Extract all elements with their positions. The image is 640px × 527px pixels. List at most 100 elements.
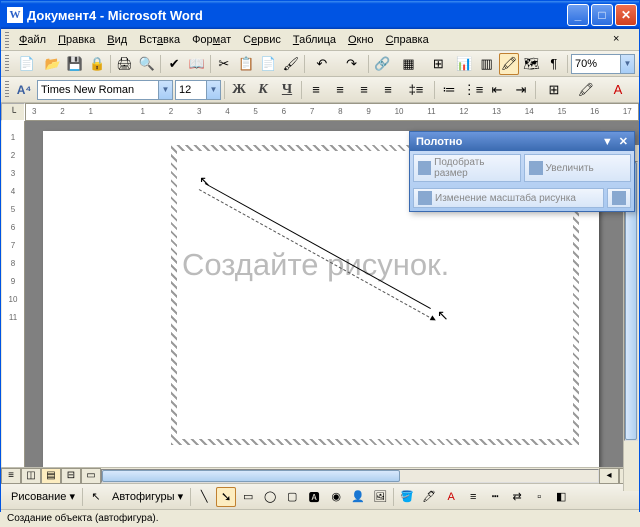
arrow-tool-button[interactable]: ➘: [216, 487, 236, 507]
menu-edit[interactable]: Правка: [52, 32, 101, 48]
align-right-button[interactable]: ≡: [353, 79, 375, 101]
justify-button[interactable]: ≡: [377, 79, 399, 101]
excel-button[interactable]: 📊: [454, 53, 474, 75]
align-left-button[interactable]: ≡: [305, 79, 327, 101]
underline-button[interactable]: Ч: [276, 79, 298, 101]
bold-button[interactable]: Ж: [228, 79, 250, 101]
oval-tool-button[interactable]: ◯: [260, 487, 280, 507]
close-button[interactable]: ✕: [615, 4, 637, 26]
insert-table-button[interactable]: ⊞: [424, 53, 452, 75]
canvas-fit-button[interactable]: Подобрать размер: [413, 154, 521, 182]
wordart-button[interactable]: 🅰: [304, 487, 324, 507]
menu-table[interactable]: Таблица: [287, 32, 342, 48]
arrow-style-button[interactable]: ⇄: [507, 487, 527, 507]
view-print-button[interactable]: ▤: [41, 468, 61, 484]
new-button[interactable]: 📄: [13, 53, 41, 75]
textbox-tool-button[interactable]: ▢: [282, 487, 302, 507]
format-painter-button[interactable]: 🖌: [281, 53, 301, 75]
zoom-dropdown-icon[interactable]: ▼: [620, 55, 634, 73]
research-button[interactable]: 📖: [186, 53, 206, 75]
print-button[interactable]: 🖨: [114, 53, 134, 75]
autoshapes-menu-button[interactable]: Автофигуры ▾: [108, 490, 187, 503]
tables-borders-button[interactable]: ▦: [395, 53, 423, 75]
zoom-combo[interactable]: ▼: [571, 54, 635, 74]
menu-insert[interactable]: Вставка: [133, 32, 186, 48]
view-outline-button[interactable]: ⊟: [61, 468, 81, 484]
style-button[interactable]: A⁴: [13, 80, 35, 100]
menu-format[interactable]: Формат: [186, 32, 237, 48]
linespacing-button[interactable]: ‡≡: [401, 79, 431, 101]
diagram-button[interactable]: ◉: [326, 487, 346, 507]
menu-help[interactable]: Справка: [380, 32, 435, 48]
select-objects-button[interactable]: ↖: [86, 487, 106, 507]
open-button[interactable]: 📂: [42, 53, 62, 75]
font-combo[interactable]: ▼: [37, 80, 173, 100]
bullets-button[interactable]: ⋮≡: [462, 79, 484, 101]
drawing-button[interactable]: 🖍: [499, 53, 520, 75]
fontcolor-button[interactable]: A: [603, 79, 633, 101]
tabselector[interactable]: └: [1, 103, 25, 121]
indent-button[interactable]: ⇥: [510, 79, 532, 101]
canvas-toolbar[interactable]: Полотно ▼ ✕ Подобрать размер Увеличить И…: [409, 131, 635, 212]
align-center-button[interactable]: ≡: [329, 79, 351, 101]
toolbar-grip[interactable]: [5, 81, 9, 99]
toolbar-options-icon[interactable]: ▼: [602, 136, 613, 148]
italic-button[interactable]: К: [252, 79, 274, 101]
line-style-button[interactable]: ≡: [463, 487, 483, 507]
font-dropdown-icon[interactable]: ▼: [158, 81, 172, 99]
highlight-button[interactable]: 🖍: [571, 79, 601, 101]
hyperlink-button[interactable]: 🔗: [372, 53, 392, 75]
view-web-button[interactable]: ◫: [21, 468, 41, 484]
font-color-button[interactable]: A: [441, 487, 461, 507]
menubar-grip[interactable]: [5, 32, 9, 48]
minimize-button[interactable]: _: [567, 4, 589, 26]
vertical-ruler[interactable]: 1234567891011: [1, 121, 25, 467]
menu-window[interactable]: Окно: [342, 32, 380, 48]
permissions-button[interactable]: 🔒: [87, 53, 107, 75]
save-button[interactable]: 💾: [65, 53, 85, 75]
showhide-button[interactable]: ¶: [544, 53, 564, 75]
dash-style-button[interactable]: ┅: [485, 487, 505, 507]
cut-button[interactable]: ✂: [214, 53, 234, 75]
horizontal-ruler[interactable]: 3211234567891011121314151617: [25, 103, 639, 121]
draw-menu-button[interactable]: Рисование ▾: [7, 490, 79, 503]
help-icon[interactable]: ×: [613, 33, 627, 47]
clipart-button[interactable]: 👤: [348, 487, 368, 507]
paste-button[interactable]: 📄: [258, 53, 278, 75]
view-reading-button[interactable]: ▭: [81, 468, 101, 484]
size-input[interactable]: [176, 81, 206, 99]
copy-button[interactable]: 📋: [236, 53, 256, 75]
maximize-button[interactable]: □: [591, 4, 613, 26]
horizontal-scrollbar[interactable]: [101, 469, 599, 483]
rectangle-tool-button[interactable]: ▭: [238, 487, 258, 507]
picture-button[interactable]: 🖼: [370, 487, 390, 507]
3d-button[interactable]: ◧: [551, 487, 571, 507]
canvas-toolbar-title[interactable]: Полотно ▼ ✕: [410, 132, 634, 151]
scroll-left-button[interactable]: ◂: [599, 468, 619, 484]
toolbar-close-icon[interactable]: ✕: [619, 135, 628, 148]
canvas-textwrap-button[interactable]: [607, 188, 631, 208]
size-dropdown-icon[interactable]: ▼: [206, 81, 220, 99]
fill-color-button[interactable]: 🪣: [397, 487, 417, 507]
outdent-button[interactable]: ⇤: [486, 79, 508, 101]
preview-button[interactable]: 🔍: [137, 53, 157, 75]
canvas-scale-button[interactable]: Изменение масштаба рисунка: [413, 188, 604, 208]
shadow-button[interactable]: ▫: [529, 487, 549, 507]
menu-tools[interactable]: Сервис: [237, 32, 287, 48]
line-color-button[interactable]: 🖊: [419, 487, 439, 507]
borders-button[interactable]: ⊞: [539, 79, 569, 101]
view-normal-button[interactable]: ≡: [1, 468, 21, 484]
numbering-button[interactable]: ≔: [438, 79, 460, 101]
undo-button[interactable]: ↶: [308, 53, 336, 75]
redo-button[interactable]: ↷: [338, 53, 366, 75]
font-input[interactable]: [38, 81, 158, 99]
columns-button[interactable]: ▥: [477, 53, 497, 75]
menu-file[interactable]: Файл: [13, 32, 52, 48]
spelling-button[interactable]: ✔: [164, 53, 184, 75]
canvas-expand-button[interactable]: Увеличить: [524, 154, 632, 182]
menu-view[interactable]: Вид: [101, 32, 133, 48]
size-combo[interactable]: ▼: [175, 80, 221, 100]
docmap-button[interactable]: 🗺: [521, 53, 541, 75]
zoom-input[interactable]: [572, 55, 620, 73]
line-tool-button[interactable]: ╲: [194, 487, 214, 507]
